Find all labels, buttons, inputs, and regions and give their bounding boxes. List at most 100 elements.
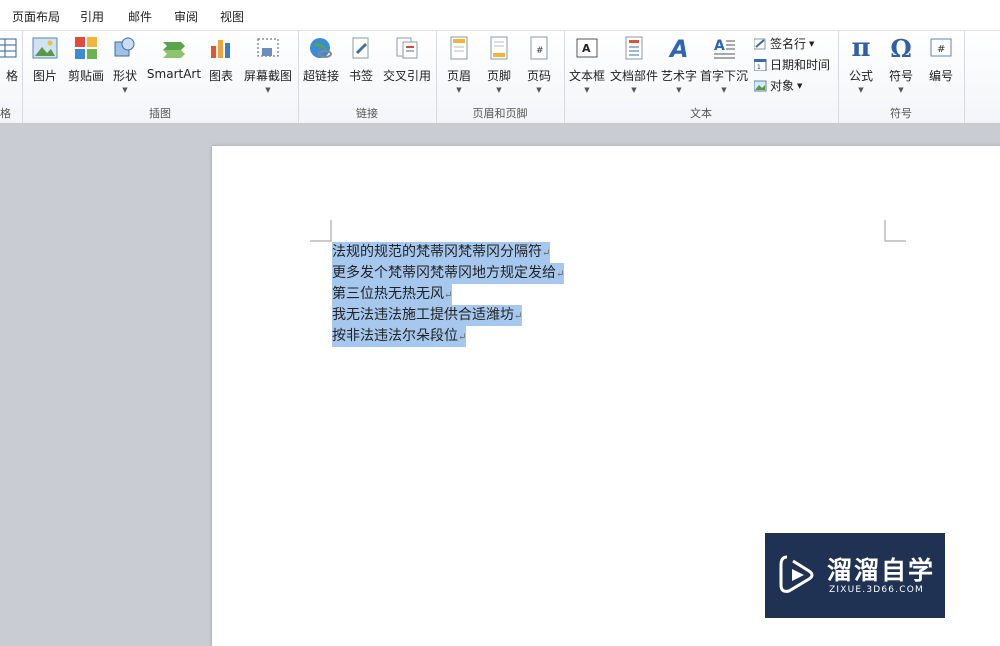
bookmark-icon	[348, 35, 374, 61]
watermark-subtitle: ZIXUE.3D66.COM	[829, 585, 925, 595]
textbox-button[interactable]: A 文本框 ▼	[568, 35, 606, 94]
group-symbols: π 公式 ▼ Ω 符号 ▼ # 编号 符号	[838, 31, 965, 123]
hyperlink-icon	[308, 35, 334, 61]
tab-references[interactable]: 引用	[80, 8, 104, 25]
picture-icon	[32, 35, 58, 61]
symbol-button[interactable]: Ω 符号 ▼	[884, 33, 918, 95]
numbering-button[interactable]: # 编号	[924, 35, 958, 84]
tab-page-layout[interactable]: 页面布局	[12, 8, 60, 25]
drop-cap-button[interactable]: A 首字下沉 ▼	[700, 35, 748, 94]
document-line-3[interactable]: 第三位热无热无风↵	[332, 284, 453, 305]
symbol-icon: Ω	[890, 33, 912, 63]
equation-icon: π	[851, 33, 871, 63]
textbox-label: 文本框	[568, 69, 605, 83]
group-links: 超链接 书签 交叉引用 链接	[298, 31, 437, 123]
screenshot-icon	[255, 35, 281, 61]
smartart-button[interactable]: SmartArt	[146, 35, 202, 81]
picture-button[interactable]: 图片	[30, 35, 60, 84]
tab-view[interactable]: 视图	[220, 8, 244, 25]
wordart-caret-icon: ▼	[676, 86, 682, 94]
screenshot-label: 屏幕截图	[243, 69, 292, 83]
table-button[interactable]: 格	[0, 35, 18, 84]
ribbon: 格 格 图片 剪贴画 形状 ▼ SmartArt 图表 屏幕截图 ▼ 插图 超链…	[0, 31, 1000, 124]
paragraph-mark-icon: ↵	[556, 269, 565, 280]
document-line-2[interactable]: 更多发个梵蒂冈梵蒂冈地方规定发给↵	[332, 263, 565, 284]
date-time-icon: 1	[753, 58, 767, 71]
cross-reference-icon	[394, 35, 420, 61]
signature-line-label: 签名行	[770, 37, 807, 51]
shapes-caret-icon: ▼	[122, 86, 128, 94]
equation-button[interactable]: π 公式 ▼	[844, 33, 878, 94]
drop-cap-caret-icon: ▼	[721, 86, 727, 94]
date-time-label: 日期和时间	[770, 58, 831, 72]
textbox-caret-icon: ▼	[584, 86, 590, 94]
smartart-label: SmartArt	[146, 67, 202, 81]
equation-caret-icon: ▼	[858, 86, 864, 94]
group-label-links: 链接	[356, 107, 378, 120]
document-line-1[interactable]: 法规的规范的梵蒂冈梵蒂冈分隔符↵	[332, 242, 551, 263]
footer-label: 页脚	[486, 69, 511, 83]
page-number-caret-icon: ▼	[536, 86, 542, 94]
svg-text:A: A	[668, 35, 689, 61]
numbering-label: 编号	[928, 69, 953, 83]
hyperlink-button[interactable]: 超链接	[302, 35, 340, 84]
group-label-text: 文本	[690, 107, 712, 120]
clipart-icon	[73, 35, 99, 61]
svg-text:#: #	[536, 46, 544, 56]
wordart-button[interactable]: A 艺术字 ▼	[660, 35, 698, 94]
page-number-icon: #	[526, 35, 552, 61]
bookmark-button[interactable]: 书签	[346, 35, 376, 84]
chart-icon	[208, 35, 234, 61]
table-icon	[0, 35, 18, 61]
chart-label: 图表	[208, 69, 233, 83]
clipart-label: 剪贴画	[67, 69, 104, 83]
svg-text:A: A	[714, 38, 725, 54]
document-line-4[interactable]: 我无法违法施工提供合适潍坊↵	[332, 305, 523, 326]
date-time-button[interactable]: 1 日期和时间	[753, 56, 831, 73]
header-button[interactable]: 页眉 ▼	[442, 35, 476, 94]
line-1-text: 法规的规范的梵蒂冈梵蒂冈分隔符	[332, 244, 542, 260]
paragraph-mark-icon: ↵	[542, 248, 551, 259]
watermark-logo: 溜溜自学 ZIXUE.3D66.COM	[765, 533, 945, 618]
symbol-label: 符号	[888, 69, 913, 83]
signature-line-caret-icon: ▼	[809, 39, 815, 48]
footer-button[interactable]: 页脚 ▼	[482, 35, 516, 94]
picture-label: 图片	[32, 69, 57, 83]
shapes-icon	[112, 35, 138, 61]
header-caret-icon: ▼	[456, 86, 462, 94]
table-label: 格	[5, 69, 18, 83]
page-number-button[interactable]: # 页码 ▼	[522, 35, 556, 94]
tab-review[interactable]: 审阅	[174, 8, 198, 25]
page-number-label: 页码	[526, 69, 551, 83]
object-label: 对象	[770, 79, 795, 93]
line-5-text: 按非法违法尔朵段位	[332, 328, 458, 344]
group-table: 格 格	[0, 31, 23, 123]
quick-parts-caret-icon: ▼	[631, 86, 637, 94]
watermark-title: 溜溜自学	[827, 556, 936, 585]
paragraph-mark-icon: ↵	[458, 332, 467, 343]
tab-mailings[interactable]: 邮件	[128, 8, 152, 25]
hyperlink-label: 超链接	[302, 69, 339, 83]
document-line-5[interactable]: 按非法违法尔朵段位↵	[332, 326, 467, 347]
numbering-icon: #	[928, 35, 954, 61]
object-button[interactable]: 对象 ▼	[753, 77, 803, 94]
chart-button[interactable]: 图表	[206, 35, 236, 84]
footer-icon	[486, 35, 512, 61]
quick-parts-icon	[621, 35, 647, 61]
symbol-caret-icon: ▼	[898, 86, 904, 94]
quick-parts-button[interactable]: 文档部件 ▼	[610, 35, 658, 94]
bookmark-label: 书签	[348, 69, 373, 83]
cross-reference-button[interactable]: 交叉引用	[382, 35, 432, 84]
svg-text:A: A	[582, 42, 591, 55]
smartart-icon	[161, 35, 187, 61]
margin-corner-top-left	[310, 220, 332, 242]
drop-cap-icon: A	[711, 35, 737, 61]
wordart-label: 艺术字	[660, 69, 697, 83]
screenshot-button[interactable]: 屏幕截图 ▼	[242, 35, 294, 94]
object-caret-icon: ▼	[797, 81, 803, 90]
margin-corner-top-right	[884, 220, 906, 242]
svg-text:1: 1	[757, 64, 761, 71]
shapes-button[interactable]: 形状 ▼	[110, 35, 140, 94]
signature-line-button[interactable]: 签名行 ▼	[753, 35, 815, 52]
clipart-button[interactable]: 剪贴画	[66, 35, 106, 84]
